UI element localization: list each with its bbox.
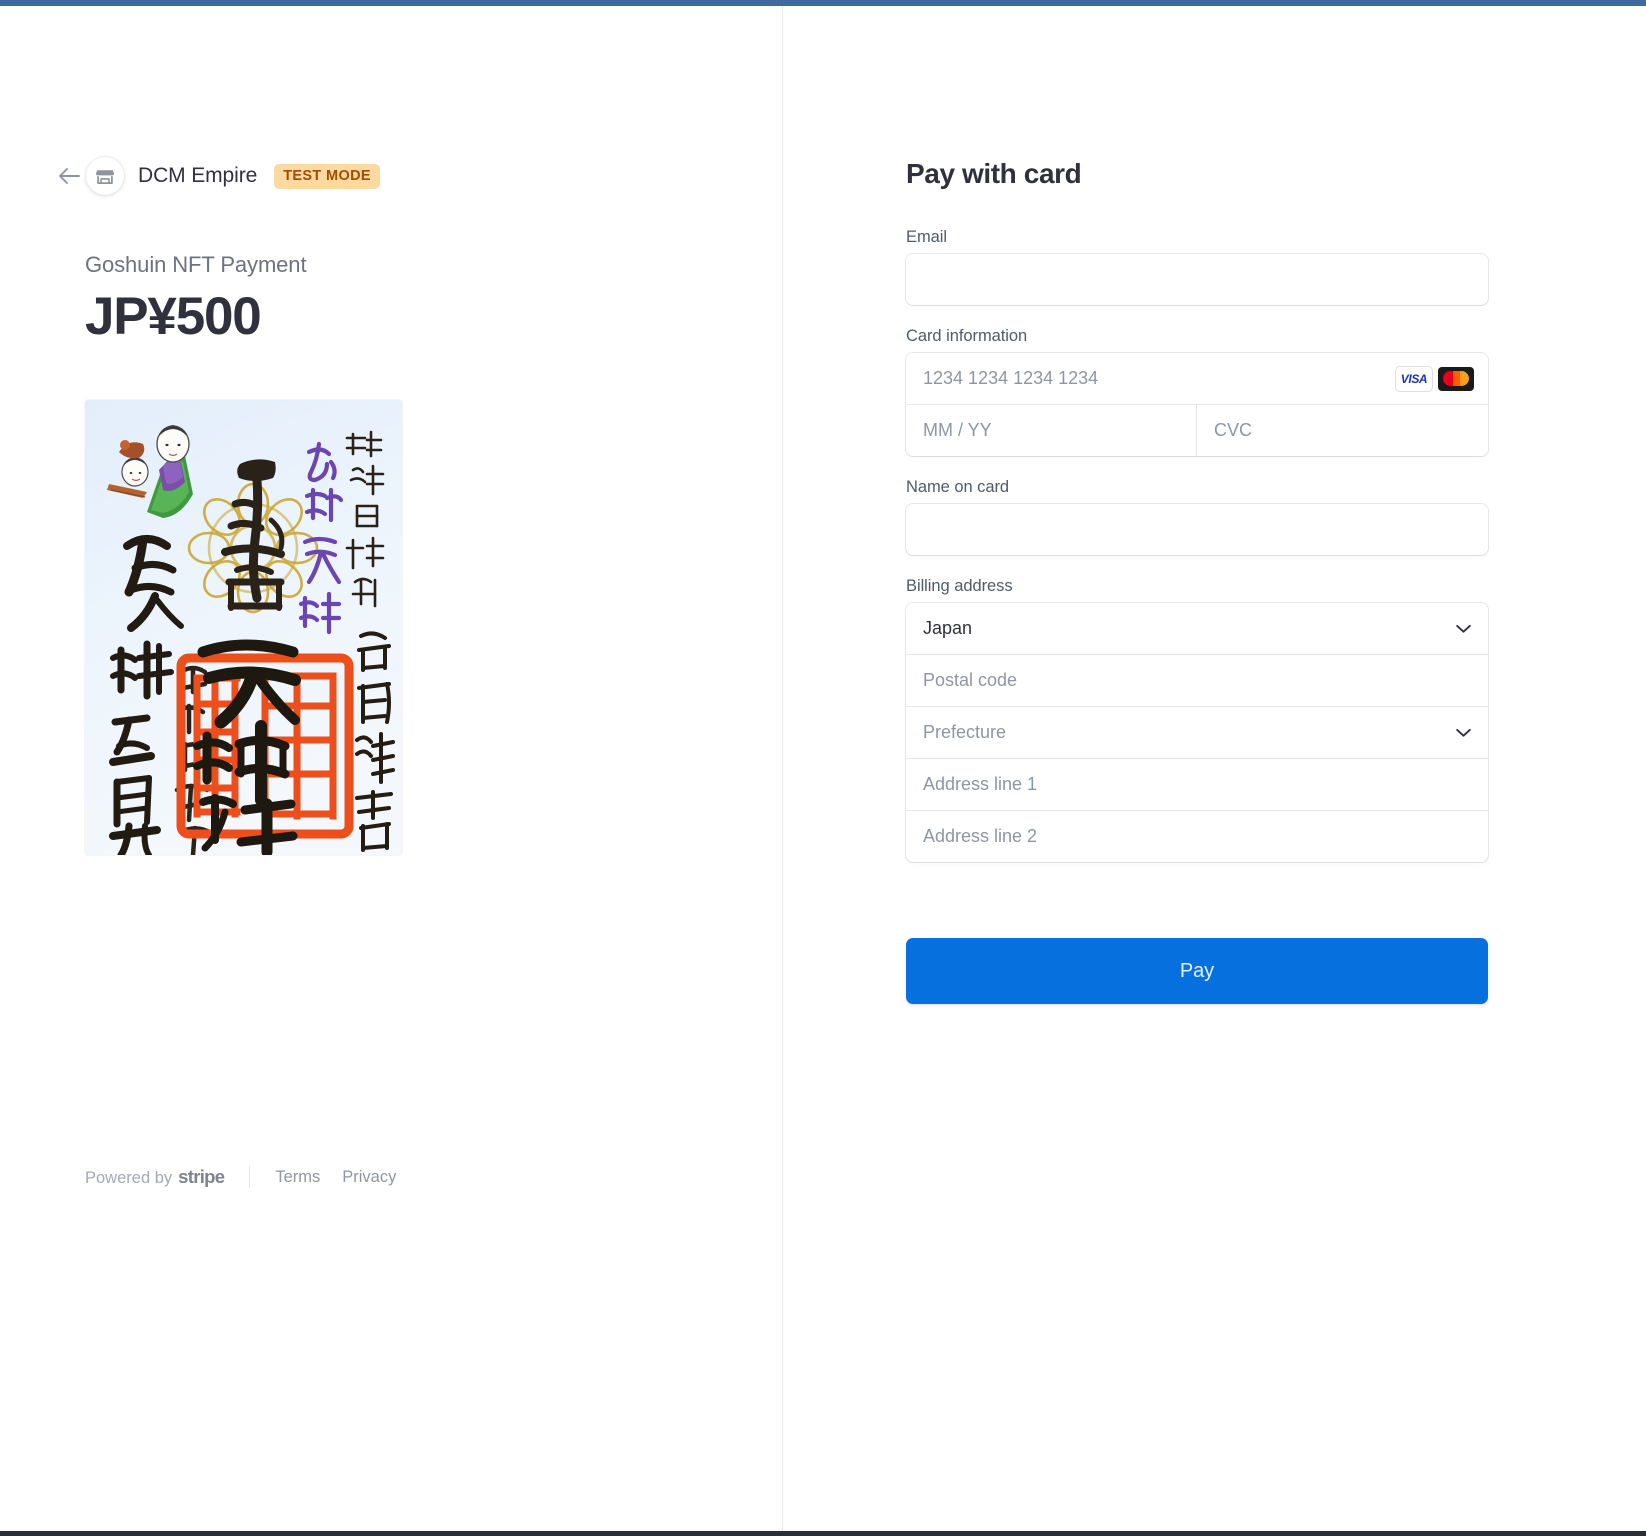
name-on-card-group: Name on card [906, 478, 1488, 555]
terms-link[interactable]: Terms [275, 1168, 320, 1187]
postal-code-input[interactable] [906, 655, 1488, 706]
postal-code-row [906, 655, 1488, 707]
payment-form-pane: Pay with card Email Card information 123… [783, 6, 1646, 1531]
visa-brand-icon: VISA [1396, 366, 1432, 391]
card-expiry-cell [906, 405, 1197, 456]
address-line-2-input[interactable] [906, 811, 1488, 862]
card-expiry-input[interactable] [906, 405, 1196, 456]
email-input-shell [906, 254, 1488, 305]
name-on-card-shell [906, 504, 1488, 555]
privacy-link[interactable]: Privacy [342, 1168, 396, 1187]
prefecture-select-row[interactable]: Prefecture [906, 707, 1488, 759]
order-summary-pane: DCM Empire TEST MODE Goshuin NFT Payment… [0, 6, 783, 1531]
stripe-wordmark: stripe [178, 1166, 225, 1187]
powered-by-stripe[interactable]: Powered by stripe [85, 1166, 225, 1188]
country-select-row[interactable]: Japan [906, 603, 1488, 655]
email-label: Email [906, 228, 948, 246]
product-image-goshuin [85, 400, 402, 856]
footer-divider [249, 1166, 251, 1188]
address-line-1-input[interactable] [906, 759, 1488, 810]
country-select-value[interactable]: Japan [906, 603, 1488, 654]
checkout-page: DCM Empire TEST MODE Goshuin NFT Payment… [0, 6, 1646, 1531]
billing-address-shell: Japan Prefecture [906, 603, 1488, 862]
card-cvc-input[interactable] [1197, 405, 1488, 456]
name-on-card-label: Name on card [906, 478, 1010, 496]
email-input[interactable] [906, 254, 1488, 305]
card-cvc-cell [1197, 405, 1488, 456]
email-field-group: Email [906, 228, 1488, 305]
product-amount: JP¥500 [85, 287, 262, 346]
stripe-footer: Powered by stripe Terms Privacy [85, 1164, 396, 1190]
merchant-header: DCM Empire TEST MODE [59, 157, 742, 195]
powered-by-label: Powered by [85, 1169, 173, 1187]
billing-address-group: Billing address Japan Prefectur [906, 577, 1488, 862]
payment-form: Pay with card Email Card information 123… [906, 158, 1488, 1004]
card-expiry-cvc-row [906, 405, 1488, 456]
name-on-card-input[interactable] [906, 504, 1488, 555]
card-brand-icons: VISA [1396, 366, 1488, 391]
card-information-label: Card information [906, 327, 1028, 345]
pay-button[interactable]: Pay [906, 938, 1488, 1004]
browser-window: DCM Empire TEST MODE Goshuin NFT Payment… [0, 0, 1646, 1536]
order-summary-content: DCM Empire TEST MODE Goshuin NFT Payment… [0, 157, 782, 856]
billing-address-label: Billing address [906, 577, 1013, 595]
mc-overlap-band [1452, 371, 1460, 386]
back-arrow-icon[interactable] [52, 159, 86, 193]
address-line-2-row [906, 811, 1488, 862]
test-mode-badge: TEST MODE [274, 163, 380, 189]
visa-label: VISA [1400, 371, 1428, 386]
page-title: Pay with card [906, 158, 1082, 189]
mastercard-brand-icon [1438, 366, 1474, 391]
card-information-shell: VISA [906, 353, 1488, 456]
storefront-icon [86, 157, 124, 195]
product-name: Goshuin NFT Payment [85, 252, 307, 277]
card-number-row: VISA [906, 353, 1488, 405]
card-number-input[interactable] [906, 353, 1396, 404]
merchant-name: DCM Empire [138, 164, 258, 187]
prefecture-select-value[interactable]: Prefecture [906, 707, 1488, 758]
card-information-group: Card information VISA [906, 327, 1488, 456]
address-line-1-row [906, 759, 1488, 811]
